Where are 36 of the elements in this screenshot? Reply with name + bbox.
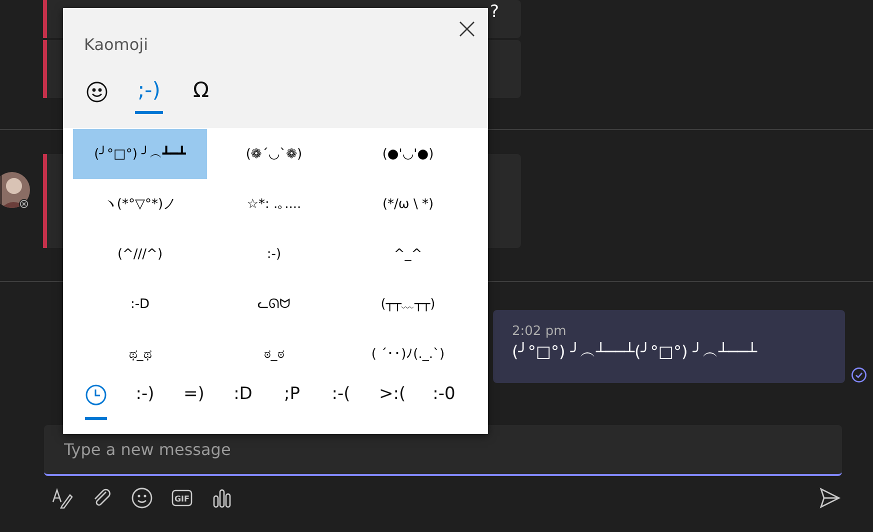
category-tab[interactable]: ;P	[281, 384, 303, 420]
kaomoji-item[interactable]: ᓚᘏᗢ	[207, 279, 341, 329]
format-icon[interactable]	[50, 486, 74, 510]
recent-tab[interactable]	[85, 384, 107, 420]
kaomoji-item[interactable]: (❁´◡`❁)	[207, 129, 341, 179]
category-tab[interactable]: Ω	[187, 78, 215, 114]
kaomoji-item[interactable]: :-D	[73, 279, 207, 329]
category-tab[interactable]: ;-)	[135, 78, 163, 114]
clock-icon	[85, 384, 107, 406]
message-time: 2:02 pm	[512, 324, 568, 339]
kaomoji-item[interactable]: (●'◡'●)	[341, 129, 475, 179]
kaomoji-item[interactable]: (*/ω \ *)	[341, 179, 475, 229]
kaomoji-item[interactable]: ☆*: .｡....	[207, 179, 341, 229]
kaomoji-item[interactable]: ^_^	[341, 229, 475, 279]
category-tab[interactable]: =)	[183, 384, 205, 420]
category-tab[interactable]: >:(	[379, 384, 406, 420]
kaomoji-item[interactable]: (┬┬﹏┬┬)	[341, 279, 475, 329]
read-check-icon	[851, 367, 867, 383]
kaomoji-item[interactable]: (╯°□°) ╯︵┻━┻	[73, 129, 207, 179]
emoji-icon[interactable]	[130, 486, 154, 510]
message-field[interactable]: Type a new message	[44, 425, 842, 476]
kaomoji-item[interactable]: (^///^)	[73, 229, 207, 279]
panel-title: Kaomoji	[84, 35, 148, 54]
kaomoji-item[interactable]: :-)	[207, 229, 341, 279]
kaomoji-item[interactable]: ( ´･･)ﾉ(._.`)	[341, 329, 475, 379]
category-tab[interactable]: :-(	[330, 384, 352, 420]
category-tab[interactable]: :-)	[134, 384, 156, 420]
message-text: (╯°□°) ╯︵┴──┴(╯°□°) ╯︵┴──┴	[512, 342, 758, 363]
kaomoji-item[interactable]: ಠ_ಠ	[207, 329, 341, 379]
kaomoji-item[interactable]: ಥ_ಥ	[73, 329, 207, 379]
send-icon[interactable]	[818, 486, 842, 510]
category-tab[interactable]: :D	[232, 384, 254, 420]
message-text: ?	[490, 2, 499, 22]
close-icon[interactable]	[458, 20, 476, 38]
kaomoji-item[interactable]: ヽ(*°▽°*)ノ	[73, 179, 207, 229]
category-tab[interactable]: :-0	[432, 384, 456, 420]
